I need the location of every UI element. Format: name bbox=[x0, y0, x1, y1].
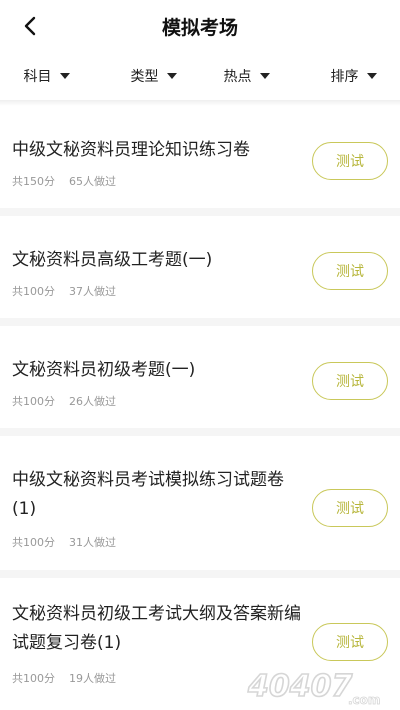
paper-score: 共150分 bbox=[12, 175, 55, 188]
paper-score: 共100分 bbox=[12, 395, 55, 408]
paper-takers: 37人做过 bbox=[69, 285, 116, 298]
filter-bar: 科目 类型 热点 排序 bbox=[0, 58, 400, 94]
test-button[interactable]: 测试 bbox=[312, 362, 388, 400]
filter-label: 类型 bbox=[130, 69, 159, 85]
paper-takers: 31人做过 bbox=[69, 536, 116, 549]
test-button[interactable]: 测试 bbox=[312, 623, 388, 661]
filter-hot[interactable]: 热点 bbox=[200, 58, 293, 94]
paper-title: 文秘资料员高级工考题(一) bbox=[12, 250, 213, 270]
paper-score: 共100分 bbox=[12, 536, 55, 549]
test-button[interactable]: 测试 bbox=[312, 489, 388, 527]
list-item[interactable]: 中级文秘资料员考试模拟练习试题卷(1) 共100分 31人做过 测试 bbox=[0, 436, 400, 578]
list-item[interactable]: 文秘资料员初级考题(一) 共100分 26人做过 测试 bbox=[0, 326, 400, 436]
paper-title: 中级文秘资料员理论知识练习卷 bbox=[12, 140, 250, 160]
chevron-left-icon bbox=[24, 16, 36, 36]
paper-meta: 共100分 19人做过 bbox=[12, 670, 116, 686]
filter-subject[interactable]: 科目 bbox=[0, 58, 107, 94]
caret-down-icon bbox=[59, 73, 70, 79]
paper-title: 文秘资料员初级考题(一) bbox=[12, 360, 196, 380]
watermark-suffix: .com bbox=[348, 693, 380, 707]
paper-meta: 共100分 37人做过 bbox=[12, 283, 116, 299]
list-item[interactable]: 文秘资料员高级工考题(一) 共100分 37人做过 测试 bbox=[0, 216, 400, 326]
top-bar: 模拟考场 bbox=[0, 0, 400, 52]
paper-takers: 19人做过 bbox=[69, 672, 116, 685]
filter-label: 科目 bbox=[23, 69, 52, 85]
site-watermark-logo: 40407 .com bbox=[246, 668, 381, 707]
paper-score: 共100分 bbox=[12, 285, 55, 298]
paper-takers: 65人做过 bbox=[69, 175, 116, 188]
page-title: 模拟考场 bbox=[161, 16, 238, 39]
paper-meta: 共100分 26人做过 bbox=[12, 393, 116, 409]
paper-title: 中级文秘资料员考试模拟练习试题卷(1) bbox=[12, 470, 284, 519]
filter-sort[interactable]: 排序 bbox=[293, 58, 400, 94]
paper-meta: 共100分 31人做过 bbox=[12, 534, 116, 550]
caret-down-icon bbox=[366, 73, 377, 79]
caret-down-icon bbox=[259, 73, 270, 79]
paper-title: 文秘资料员初级工考试大纲及答案新编试题复习卷(1) bbox=[12, 604, 301, 653]
test-button[interactable]: 测试 bbox=[312, 142, 388, 180]
test-button[interactable]: 测试 bbox=[312, 252, 388, 290]
watermark-text: 40407 bbox=[247, 669, 352, 704]
paper-score: 共100分 bbox=[12, 672, 55, 685]
list-item[interactable]: 中级文秘资料员理论知识练习卷 共150分 65人做过 测试 bbox=[0, 106, 400, 216]
paper-meta: 共150分 65人做过 bbox=[12, 173, 116, 189]
paper-list: 中级文秘资料员理论知识练习卷 共150分 65人做过 测试 文秘资料员高级工考题… bbox=[0, 106, 400, 710]
caret-down-icon bbox=[166, 73, 177, 79]
paper-takers: 26人做过 bbox=[69, 395, 116, 408]
filter-label: 热点 bbox=[223, 69, 252, 85]
filter-label: 排序 bbox=[330, 69, 359, 85]
back-button[interactable] bbox=[16, 12, 44, 40]
filter-type[interactable]: 类型 bbox=[107, 58, 200, 94]
